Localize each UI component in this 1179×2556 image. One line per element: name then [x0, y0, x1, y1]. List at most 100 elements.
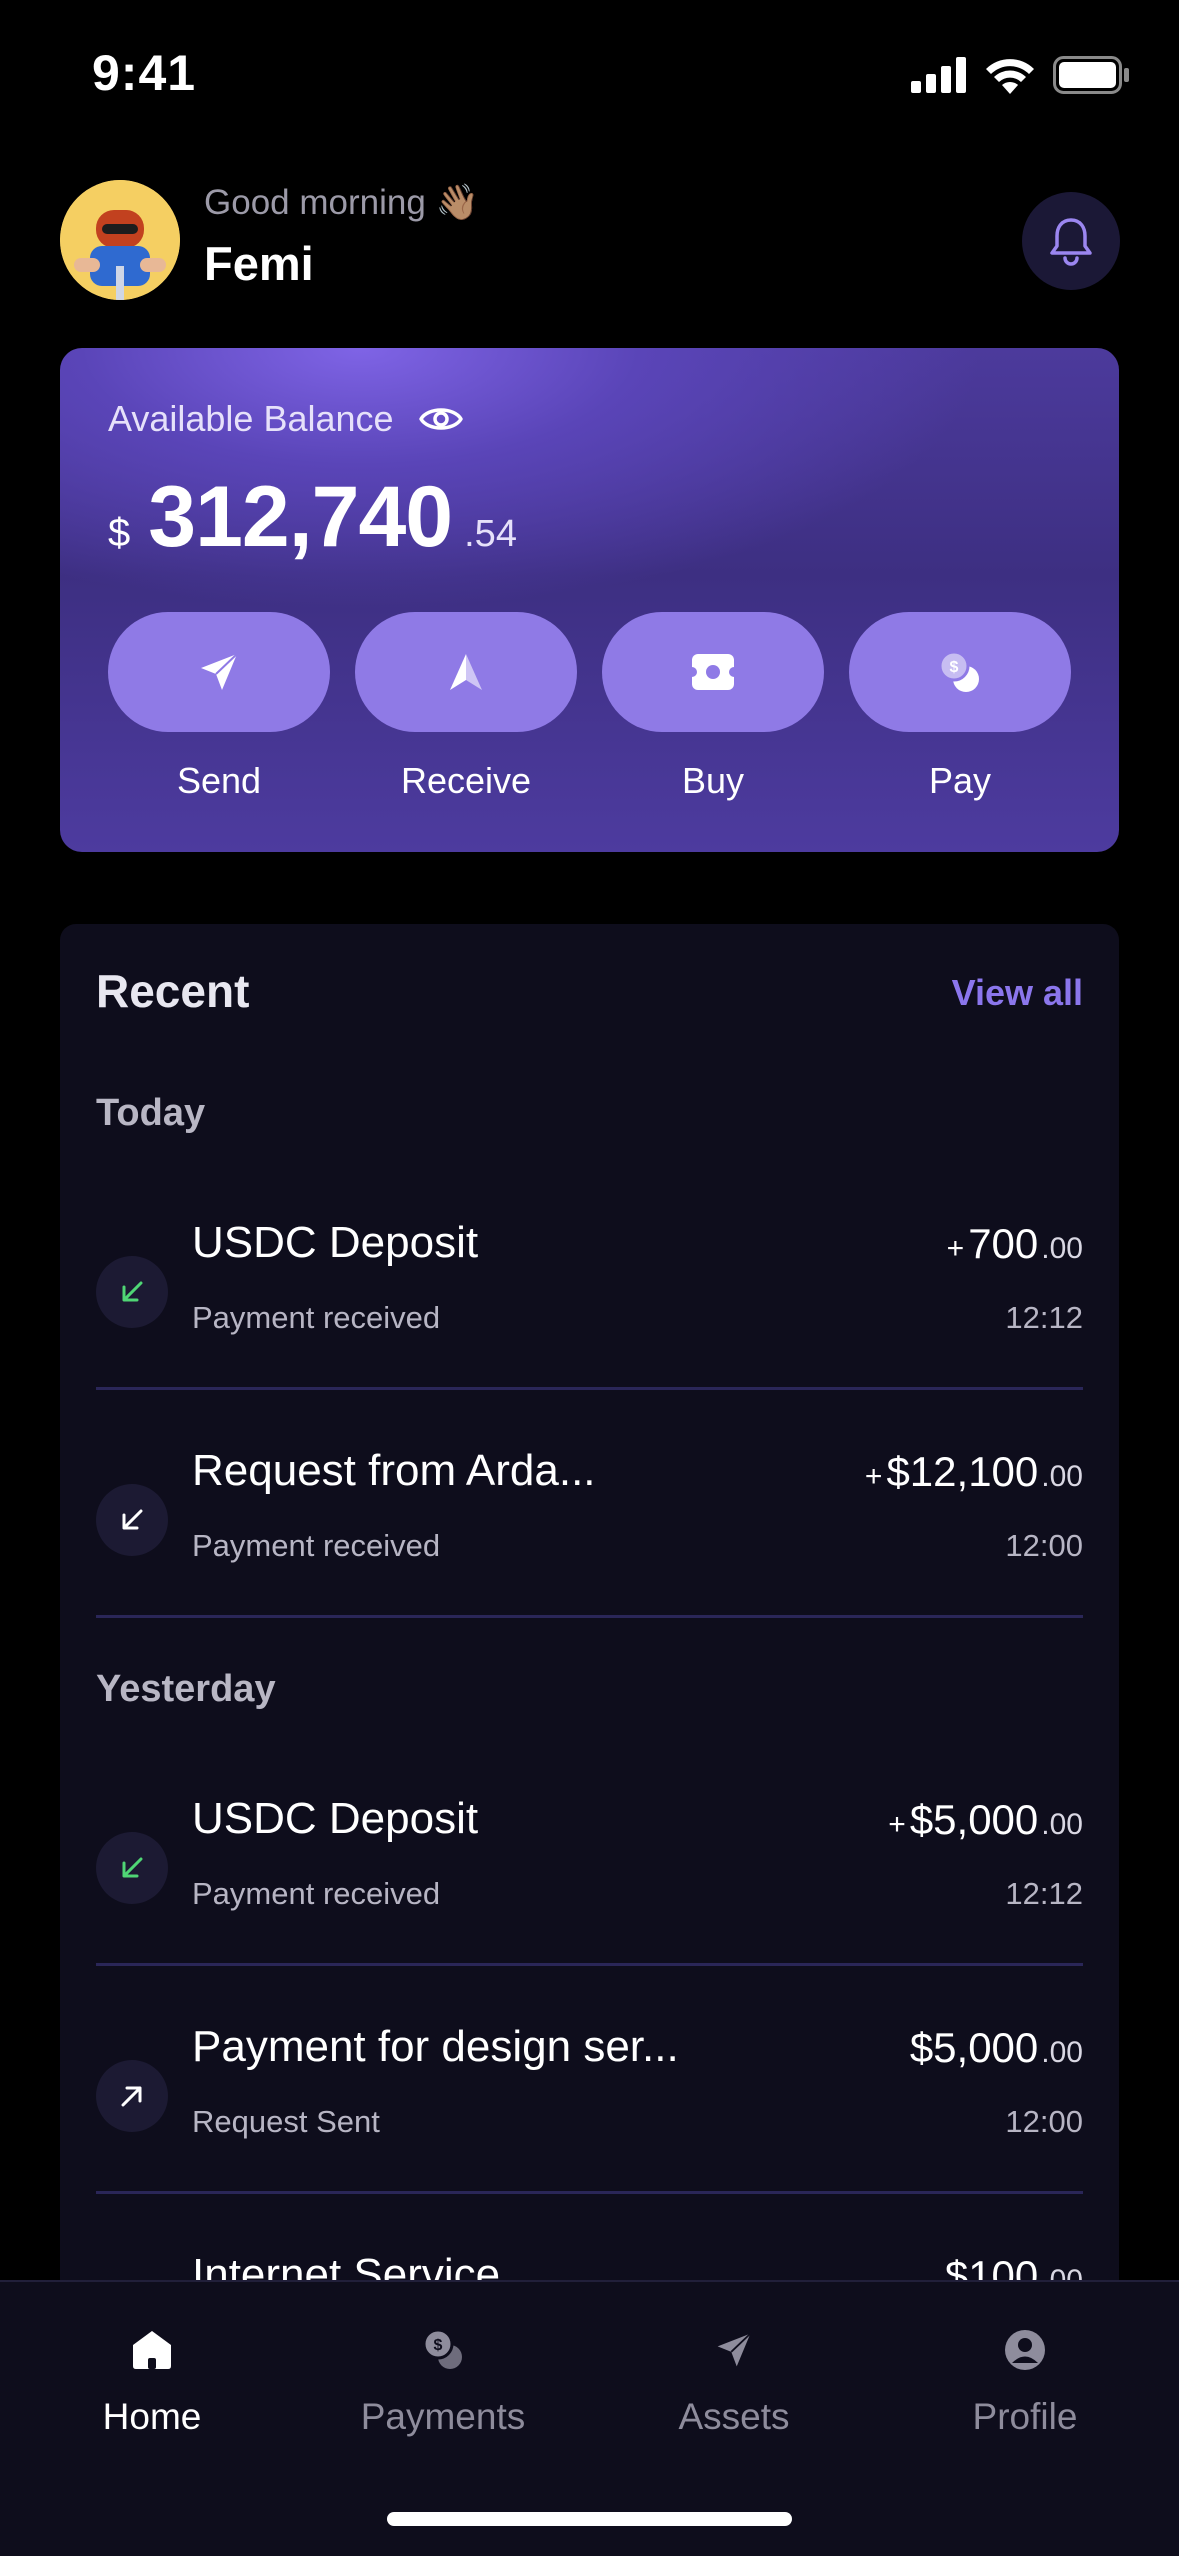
receive-label: Receive: [400, 760, 532, 801]
divider: [96, 1387, 1083, 1390]
notifications-button[interactable]: [1022, 192, 1120, 290]
arrow-down-left-icon: [122, 1281, 143, 1302]
pay-label: Pay: [928, 760, 992, 801]
payments-icon: $: [415, 2322, 471, 2378]
txn-amount-cents: .00: [1041, 1460, 1083, 1493]
view-all-link[interactable]: View all: [952, 972, 1083, 1014]
txn-subtitle: Payment received: [192, 1300, 441, 1335]
greeting-text: Good morning: [204, 182, 426, 222]
balance-currency: $: [108, 511, 131, 555]
nav-label: Assets: [678, 2396, 790, 2437]
txn-amount-cents: .00: [1041, 2036, 1083, 2069]
balance-label: Available Balance: [108, 398, 394, 439]
assets-icon: [706, 2322, 762, 2378]
txn-sign: +: [888, 1808, 906, 1841]
home-icon: [124, 2322, 180, 2378]
balance-label-row: Available Balance: [108, 398, 464, 440]
pay-button[interactable]: $: [849, 612, 1071, 732]
svg-text:$: $: [434, 2337, 443, 2354]
buy-label: Buy: [681, 760, 745, 801]
txn-icon-wrapper: [96, 1256, 168, 1328]
wifi-icon: [986, 59, 1034, 94]
txn-amount-cents: .00: [1041, 1232, 1083, 1265]
txn-subtitle: Payment received: [192, 1876, 441, 1911]
txn-icon-wrapper: [96, 1832, 168, 1904]
txn-amount: $5,000 .00: [906, 2024, 1083, 2072]
txn-amount-value: $5,000: [909, 1796, 1039, 1843]
txn-time: 12:12: [1005, 1876, 1083, 1911]
divider: [96, 1963, 1083, 1966]
quick-actions: Send Receive Buy $ Pay: [108, 612, 1071, 802]
recent-title: Recent: [96, 965, 250, 1017]
nav-profile[interactable]: Profile: [895, 2322, 1155, 2438]
send-action: Send: [108, 612, 330, 802]
username: Femi: [204, 237, 314, 290]
send-button[interactable]: [108, 612, 330, 732]
status-bar: 9:41: [0, 0, 1179, 150]
balance-card: Available Balance $ 312,740 .54 Send Rec…: [60, 348, 1119, 852]
nav-assets[interactable]: Assets: [604, 2322, 864, 2438]
eye-icon[interactable]: [418, 401, 464, 437]
txn-subtitle: Request Sent: [192, 2104, 380, 2139]
cellular-signal-icon: [911, 57, 966, 93]
txn-time: 12:00: [1005, 2104, 1083, 2139]
nav-label: Payments: [360, 2396, 526, 2437]
transaction-row[interactable]: Request from Arda... Payment received + …: [96, 1428, 1083, 1618]
bell-icon: [1050, 218, 1092, 266]
txn-sign: +: [864, 1460, 883, 1493]
arrow-up-right-icon: [121, 2086, 142, 2107]
home-indicator[interactable]: [387, 2512, 792, 2526]
receive-button[interactable]: [355, 612, 577, 732]
nav-label: Profile: [972, 2396, 1078, 2437]
group-label-today: Today: [96, 1092, 206, 1134]
balance-value: 312,740: [148, 469, 453, 565]
txn-amount: + 700 .00: [947, 1220, 1083, 1268]
buy-action: Buy: [602, 612, 824, 802]
txn-amount-value: 700: [968, 1220, 1039, 1267]
buy-button[interactable]: [602, 612, 824, 732]
txn-amount: + $5,000 .00: [888, 1796, 1083, 1844]
txn-sign: +: [946, 1232, 965, 1265]
txn-title: USDC Deposit: [192, 1218, 479, 1267]
divider: [96, 1615, 1083, 1618]
txn-subtitle: Payment received: [192, 1528, 441, 1563]
send-label: Send: [176, 760, 262, 801]
nav-label: Home: [102, 2396, 202, 2437]
txn-time: 12:12: [1005, 1300, 1083, 1335]
arrow-down-left-icon: [122, 1509, 143, 1530]
transaction-row[interactable]: USDC Deposit Payment received + 700 .00 …: [96, 1200, 1083, 1390]
battery-icon: [1053, 56, 1129, 94]
txn-icon-wrapper: [96, 2060, 168, 2132]
profile-icon: [997, 2322, 1053, 2378]
balance-cents: .54: [464, 513, 517, 555]
pay-icon: $: [938, 650, 979, 692]
arrow-down-left-icon: [122, 1857, 143, 1878]
status-time: 9:41: [92, 45, 197, 101]
svg-text:$: $: [950, 659, 959, 676]
recent-panel: Recent View all Today USDC Deposit Payme…: [60, 924, 1119, 2424]
txn-title: Request from Arda...: [192, 1446, 596, 1495]
send-icon: [201, 653, 238, 690]
txn-amount: + $12,100 .00: [865, 1448, 1083, 1496]
group-label-yesterday: Yesterday: [96, 1668, 276, 1710]
txn-title: USDC Deposit: [192, 1794, 479, 1843]
status-icons: [911, 56, 1131, 94]
txn-title: Payment for design ser...: [192, 2022, 679, 2071]
transaction-row[interactable]: USDC Deposit Payment received + $5,000 .…: [96, 1776, 1083, 1966]
txn-icon-wrapper: [96, 1484, 168, 1556]
transaction-row[interactable]: Payment for design ser... Request Sent $…: [96, 2004, 1083, 2194]
waving-hand-icon: 👋🏽: [435, 183, 480, 222]
nav-payments[interactable]: $ Payments: [313, 2322, 573, 2438]
receive-action: Receive: [355, 612, 577, 802]
nav-home[interactable]: Home: [22, 2322, 282, 2438]
divider: [96, 2191, 1083, 2194]
balance-amount: $ 312,740 .54: [108, 468, 517, 567]
txn-time: 12:00: [1005, 1528, 1083, 1563]
greeting: Good morning 👋🏽: [204, 182, 479, 223]
pay-action: $ Pay: [849, 612, 1071, 802]
txn-amount-value: $5,000: [909, 2024, 1039, 2071]
receive-icon: [450, 654, 482, 690]
avatar[interactable]: [60, 180, 180, 300]
txn-amount-value: $12,100: [886, 1448, 1039, 1495]
buy-icon: [690, 654, 736, 690]
